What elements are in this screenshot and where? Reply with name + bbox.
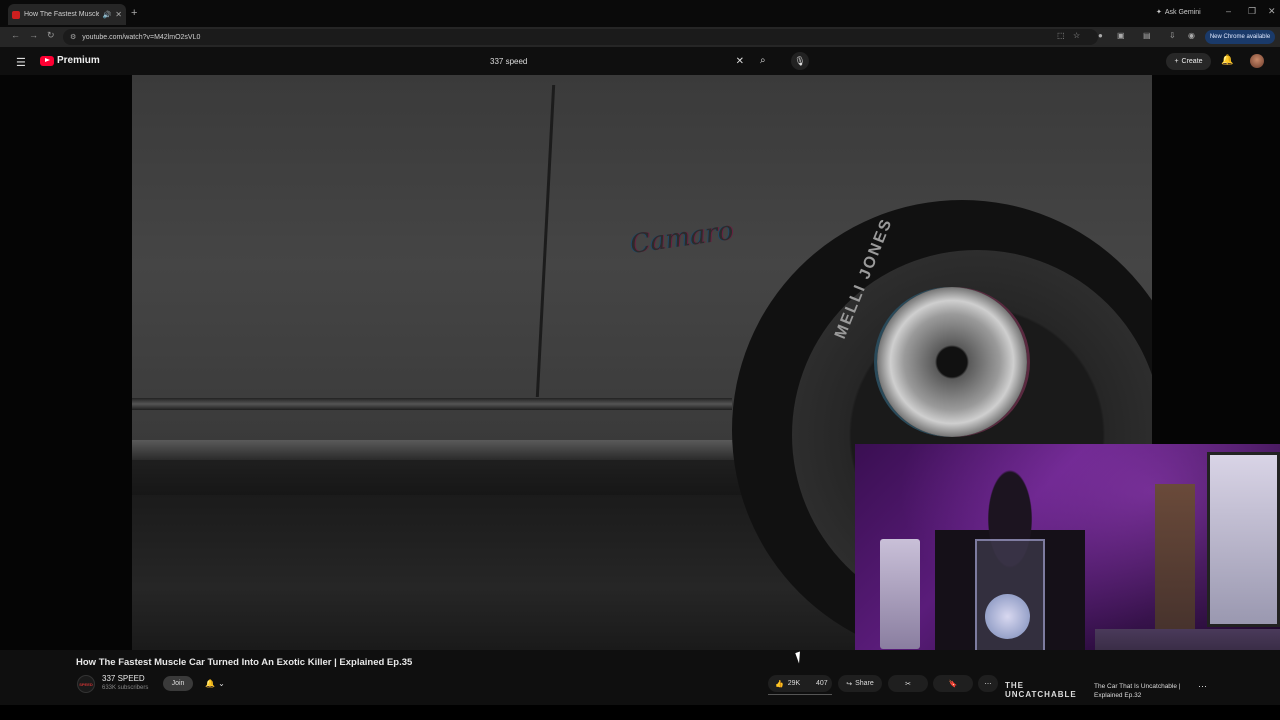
channel-name[interactable]: 337 SPEED [102,674,145,683]
webcam-figure [985,594,1030,639]
dislike-count: 407 [816,680,828,687]
puzzle-extensions-icon[interactable]: ▣ [1117,31,1125,40]
ask-gemini-label: Ask Gemini [1164,8,1201,16]
new-chrome-label: New Chrome available [1209,34,1271,40]
webcam-air-conditioner [880,539,920,649]
close-window-button[interactable]: ✕ [1268,6,1276,17]
bookmark-star-icon[interactable]: ☆ [1073,31,1080,40]
youtube-logo[interactable]: Premium [40,55,100,66]
channel-avatar-text: SPEED [79,681,93,687]
like-count: 29K [787,680,801,687]
menu-icon[interactable]: ☰ [16,56,26,69]
video-title: How The Fastest Muscle Car Turned Into A… [76,657,413,668]
car-rocker-panel [132,440,782,460]
back-arrow-icon[interactable]: ← [11,30,20,40]
address-bar[interactable]: ⚙ youtube.com/watch?v=M42lmO2sVL0 [63,29,1098,45]
dislike-button[interactable]: 407 [808,680,828,687]
remix-icon: ✂ [905,680,911,688]
bookmark-icon: 🔖 [948,680,958,688]
like-dislike-bar: 👍 29K 407 [768,675,832,692]
more-icon: ⋯ [984,680,992,688]
address-url: youtube.com/watch?v=M42lmO2sVL0 [82,33,201,41]
profile-icon[interactable]: ◉ [1188,31,1195,40]
youtube-header: ☰ Premium 337 speed ✕ ⌕ 🎙 + Create 🔔 [0,47,1280,75]
forward-arrow-icon[interactable]: → [29,30,38,40]
recommended-thumb-line1: THE [1005,681,1024,690]
join-button[interactable]: Join [163,676,193,691]
chevron-down-icon: ⌄ [218,679,225,688]
speaker-icon[interactable]: 🔊 [103,11,112,19]
video-info: How The Fastest Muscle Car Turned Into A… [0,650,1280,705]
site-info-icon[interactable]: ⚙ [70,33,76,41]
microphone-icon[interactable]: 🎙 [791,52,809,70]
search-box[interactable]: 337 speed ✕ [484,53,754,69]
recommended-thumbnail[interactable]: THE UNCATCHABLE [1005,681,1077,699]
like-ratio-bar [768,694,832,695]
bell-icon: 🔔 [205,679,216,688]
share-arrow-icon: ↪ [846,680,853,688]
more-actions-button[interactable]: ⋯ [978,675,998,692]
browser-toolbar: ← → ↻ ⚙ youtube.com/watch?v=M42lmO2sVL0 … [0,27,1280,47]
share-button[interactable]: ↪ Share [838,675,882,692]
plus-icon: + [1174,58,1179,65]
download-icon[interactable]: ⇩ [1169,31,1176,40]
close-tab-icon[interactable]: ✕ [115,10,122,19]
recommended-video-title[interactable]: The Car That Is Uncatchable | Explained … [1094,682,1184,700]
youtube-favicon-icon [12,10,20,19]
remix-button[interactable]: ✂ [888,675,928,692]
tab-title: How The Fastest Muscle Ca [24,11,99,18]
clear-search-icon[interactable]: ✕ [736,56,744,67]
ask-gemini-button[interactable]: ✦ Ask Gemini [1156,8,1201,17]
reading-list-icon[interactable]: ▤ [1143,31,1151,40]
recommended-thumb-line2: UNCATCHABLE [1005,690,1077,699]
new-chrome-available-button[interactable]: New Chrome available [1205,30,1275,44]
like-button[interactable]: 👍 29K [768,680,808,688]
search-input[interactable]: 337 speed [484,57,736,66]
notifications-bell-icon[interactable]: 🔔 [1221,55,1233,66]
browser-tab-strip: How The Fastest Muscle Ca 🔊 ✕ + ✦ Ask Ge… [0,0,1280,27]
car-side-trim [132,398,732,410]
logo-text: Premium [57,55,100,66]
share-label: Share [855,680,874,687]
reload-icon[interactable]: ↻ [47,30,55,41]
extension-icon[interactable]: ● [1098,31,1103,40]
create-label: Create [1181,58,1203,65]
webcam-monitor [1207,452,1280,627]
webcam-overlay [855,444,1280,684]
install-icon[interactable]: ⬚ [1057,31,1065,40]
save-button[interactable]: 🔖 [933,675,973,692]
minimize-button[interactable]: – [1226,6,1231,16]
create-button[interactable]: + Create [1166,53,1211,70]
maximize-button[interactable]: ❐ [1248,6,1256,17]
bottom-black-bar [0,705,1280,720]
search-icon[interactable]: ⌕ [760,55,766,66]
new-tab-button[interactable]: + [131,7,137,19]
recommended-more-icon[interactable]: ⋯ [1198,681,1207,692]
car-wheel-rim [877,287,1027,437]
gemini-icon: ✦ [1156,9,1162,16]
account-avatar[interactable] [1250,54,1264,68]
subscription-bell-button[interactable]: 🔔 ⌄ [200,676,230,691]
channel-avatar[interactable]: SPEED [77,675,95,693]
thumbs-up-icon: 👍 [775,680,784,688]
browser-tab[interactable]: How The Fastest Muscle Ca 🔊 ✕ [8,4,126,25]
subscriber-count: 633K subscribers [102,685,149,691]
youtube-play-icon [40,55,54,66]
